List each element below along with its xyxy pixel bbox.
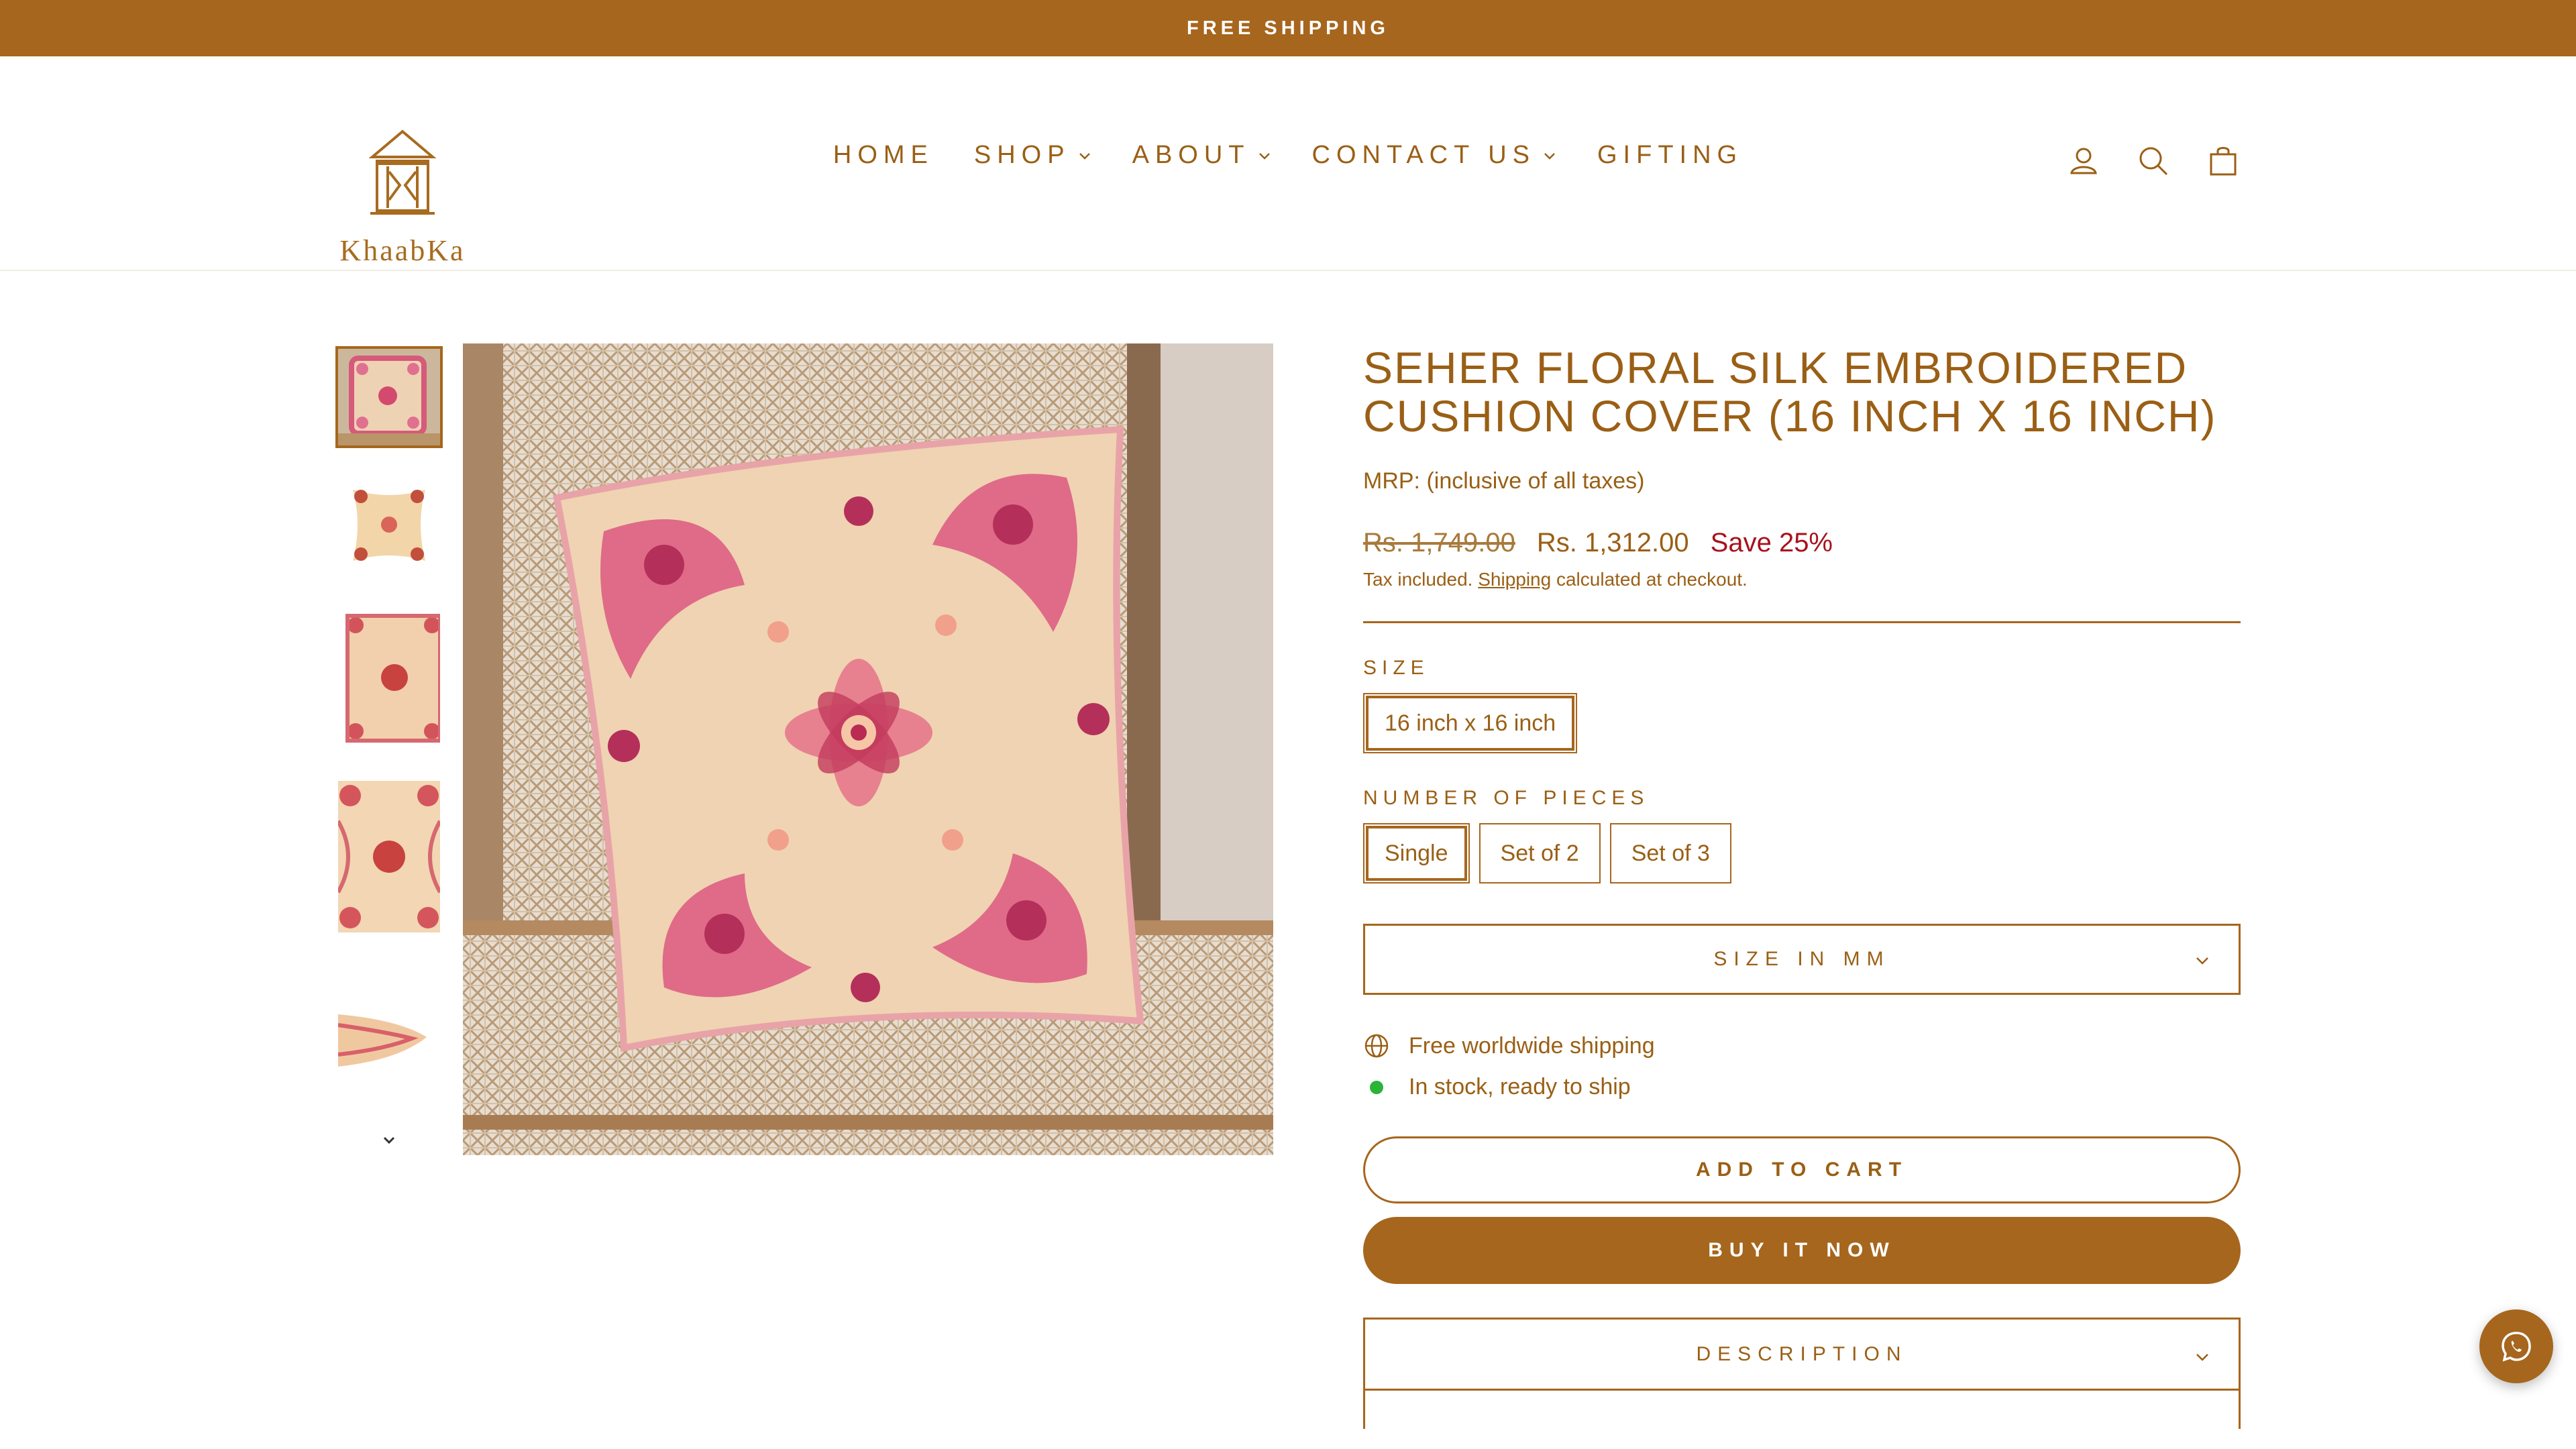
nav-label: HOME: [833, 141, 934, 169]
chevron-down-icon: [1079, 152, 1090, 160]
nav-item-gifting[interactable]: GIFTING: [1577, 141, 1763, 170]
announcement-bar: FREE SHIPPING: [0, 0, 2576, 56]
chevron-down-icon: [1544, 152, 1555, 160]
site-header: KhaabKa HOME SHOP ABOUT CONTACT US GIFTI…: [0, 56, 2576, 271]
feature-stock-text: In stock, ready to ship: [1409, 1074, 1631, 1099]
thumbnail-1[interactable]: [335, 346, 443, 448]
tax-prefix: Tax included.: [1363, 569, 1479, 590]
pieces-label: NUMBER OF PIECES: [1363, 787, 1650, 809]
in-stock-dot-icon: [1370, 1080, 1383, 1094]
cart-icon[interactable]: [2206, 144, 2241, 178]
nav-item-contact-us[interactable]: CONTACT US: [1292, 141, 1578, 170]
nav-label: CONTACT US: [1311, 141, 1536, 169]
brand-name: KhaabKa: [339, 234, 466, 267]
thumbnail-3[interactable]: [338, 612, 440, 745]
search-icon[interactable]: [2136, 144, 2171, 178]
logo-emblem-icon: [368, 129, 437, 215]
pieces-option-single[interactable]: Single: [1363, 823, 1470, 883]
nav-item-about[interactable]: ABOUT: [1112, 141, 1292, 170]
chevron-down-icon: [1258, 152, 1270, 160]
chevron-down-icon[interactable]: [376, 1127, 402, 1154]
feature-stock: In stock, ready to ship: [1363, 1074, 2241, 1100]
pieces-option-set-of-2[interactable]: Set of 2: [1479, 823, 1601, 883]
nav-label: GIFTING: [1597, 141, 1743, 169]
thumbnail-4[interactable]: [338, 781, 440, 932]
pieces-options: Single Set of 2 Set of 3: [1363, 823, 2241, 883]
pieces-option-set-of-3[interactable]: Set of 3: [1609, 823, 1731, 883]
chevron-down-icon: [2196, 1354, 2208, 1361]
price-row: Rs. 1,749.00 Rs. 1,312.00 Save 25%: [1363, 528, 2241, 558]
product-info: SEHER FLORAL SILK EMBROIDERED CUSHION CO…: [1363, 343, 2241, 1429]
size-label: SIZE: [1363, 657, 1430, 679]
sale-price: Rs. 1,312.00: [1536, 528, 1689, 557]
tax-note: Tax included. Shipping calculated at che…: [1363, 569, 2241, 590]
chevron-down-icon: [2196, 957, 2208, 965]
divider: [1363, 621, 2241, 623]
globe-icon: [1364, 1034, 1389, 1058]
main-product-image[interactable]: [463, 343, 1273, 1155]
shipping-link[interactable]: Shipping: [1478, 569, 1551, 590]
nav-item-home[interactable]: HOME: [813, 141, 954, 170]
accordion-label: SIZE IN MM: [1713, 948, 1890, 970]
accordion-label: DESCRIPTION: [1696, 1342, 1908, 1365]
announcement-text: FREE SHIPPING: [1187, 17, 1389, 39]
description-accordion[interactable]: DESCRIPTION: [1363, 1318, 2241, 1389]
size-options: 16 inch x 16 inch: [1363, 693, 2241, 753]
thumbnail-5[interactable]: [338, 985, 440, 1085]
nav-label: ABOUT: [1132, 141, 1250, 169]
product-title: SEHER FLORAL SILK EMBROIDERED CUSHION CO…: [1363, 343, 2217, 441]
size-option-16x16[interactable]: 16 inch x 16 inch: [1363, 693, 1578, 753]
mrp-note: MRP: (inclusive of all taxes): [1363, 468, 1645, 494]
nav-item-shop[interactable]: SHOP: [954, 141, 1112, 170]
header-icons: [2066, 144, 2241, 178]
account-icon[interactable]: [2066, 144, 2101, 178]
add-to-cart-button[interactable]: ADD TO CART: [1363, 1136, 2241, 1203]
nav-label: SHOP: [973, 141, 1071, 169]
feature-shipping-text: Free worldwide shipping: [1409, 1032, 1655, 1059]
size-in-mm-accordion[interactable]: SIZE IN MM: [1363, 924, 2241, 995]
next-accordion-edge[interactable]: [1363, 1389, 2241, 1429]
thumbnail-2[interactable]: [338, 478, 440, 572]
buy-it-now-button[interactable]: BUY IT NOW: [1363, 1217, 2241, 1284]
whatsapp-icon: [2502, 1332, 2531, 1362]
save-badge: Save 25%: [1710, 528, 1833, 557]
feature-shipping: Free worldwide shipping: [1363, 1032, 2241, 1059]
tax-suffix: calculated at checkout.: [1551, 569, 1748, 590]
whatsapp-chat-button[interactable]: [2479, 1309, 2553, 1383]
compare-at-price: Rs. 1,749.00: [1363, 528, 1515, 557]
